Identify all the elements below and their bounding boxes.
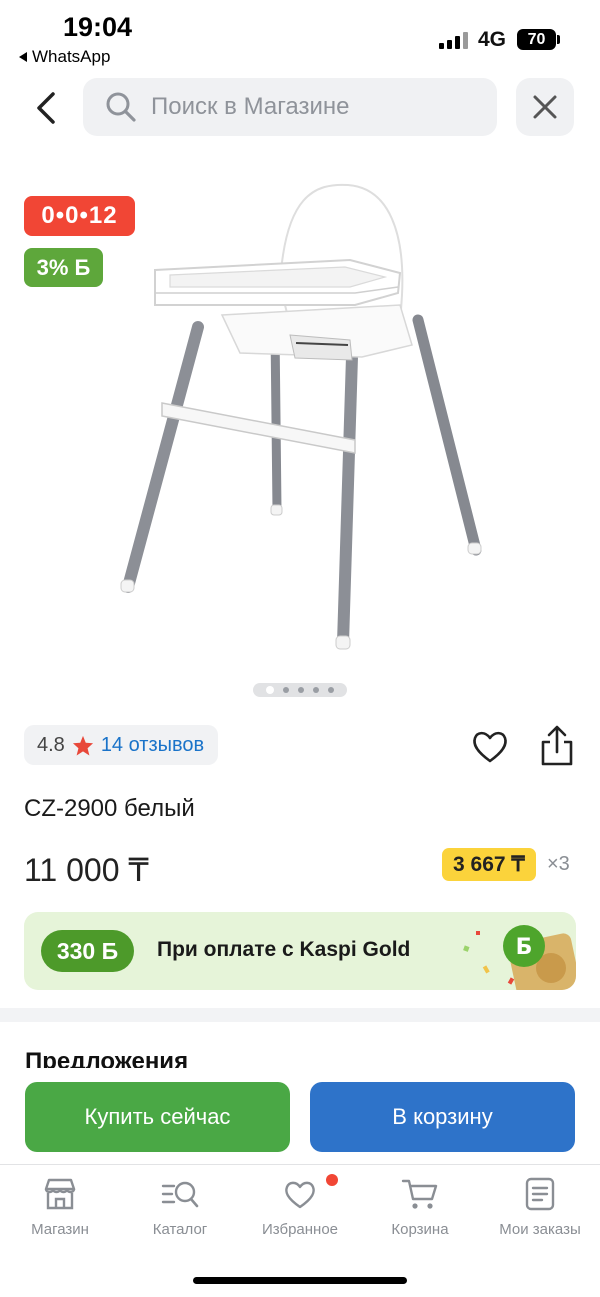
tab-label: Корзина bbox=[391, 1221, 449, 1238]
tab-favorites[interactable]: Избранное bbox=[240, 1177, 360, 1238]
status-time: 19:04 bbox=[63, 12, 133, 42]
cart-icon bbox=[401, 1179, 438, 1209]
tab-cart[interactable]: Корзина bbox=[360, 1177, 480, 1238]
product-price: 11 000 ₸ bbox=[24, 852, 149, 888]
network-type: 4G bbox=[478, 28, 507, 51]
search-placeholder: Поиск в Магазине bbox=[151, 93, 350, 120]
tab-label: Избранное bbox=[261, 1221, 339, 1238]
back-button[interactable] bbox=[28, 86, 64, 130]
close-button[interactable] bbox=[516, 78, 574, 136]
gold-banner-text: При оплате с Kaspi Gold bbox=[157, 938, 411, 961]
signal-icon bbox=[439, 31, 468, 49]
gallery-dot[interactable] bbox=[328, 687, 334, 693]
back-app-label: WhatsApp bbox=[32, 47, 111, 66]
installment-multiplier: ×3 bbox=[547, 853, 570, 875]
gallery-pagination[interactable] bbox=[253, 683, 347, 697]
star-icon bbox=[72, 735, 93, 756]
search-header: Поиск в Магазине bbox=[0, 78, 600, 138]
chevron-left-icon bbox=[37, 92, 55, 124]
tab-orders[interactable]: Мои заказы bbox=[480, 1177, 600, 1238]
orders-icon bbox=[525, 1177, 555, 1211]
tab-store[interactable]: Магазин bbox=[0, 1177, 120, 1238]
heart-icon bbox=[285, 1181, 315, 1209]
store-icon bbox=[44, 1178, 76, 1210]
search-icon bbox=[106, 92, 136, 122]
kaspi-gold-card-icon: Б bbox=[463, 925, 576, 990]
catalog-icon bbox=[161, 1181, 199, 1208]
add-to-cart-button[interactable]: В корзину bbox=[310, 1082, 575, 1152]
gallery-dot[interactable] bbox=[283, 687, 289, 693]
battery-icon: 70 bbox=[517, 29, 556, 50]
product-title: CZ-2900 белый bbox=[24, 795, 195, 822]
gold-bonus-pill: 330 Б bbox=[41, 930, 134, 972]
kaspi-gold-banner[interactable]: 330 Б При оплате с Kaspi Gold Б bbox=[24, 912, 576, 990]
home-indicator[interactable] bbox=[193, 1277, 407, 1284]
bonus-badge: 3% Б bbox=[24, 248, 103, 287]
rating-chip[interactable]: 4.8 14 отзывов bbox=[24, 725, 219, 765]
share-icon bbox=[541, 725, 573, 766]
gallery-dot[interactable] bbox=[266, 686, 274, 694]
product-image[interactable] bbox=[100, 175, 500, 665]
buy-now-button[interactable]: Купить сейчас bbox=[25, 1082, 290, 1152]
close-icon bbox=[533, 95, 557, 119]
installment-price-badge[interactable]: 3 667 ₸ bbox=[442, 848, 536, 881]
reviews-link[interactable]: 14 отзывов bbox=[101, 734, 204, 757]
section-divider bbox=[0, 1008, 600, 1022]
installment-badge: 0•0•12 bbox=[24, 196, 135, 236]
share-button[interactable] bbox=[537, 724, 577, 768]
rating-score: 4.8 bbox=[37, 733, 65, 756]
gallery-dot[interactable] bbox=[313, 687, 319, 693]
notification-dot bbox=[326, 1174, 338, 1186]
tab-label: Магазин bbox=[31, 1221, 89, 1238]
back-triangle-icon bbox=[19, 52, 27, 62]
back-to-app-link[interactable]: WhatsApp bbox=[19, 47, 110, 67]
favorite-button[interactable] bbox=[470, 727, 510, 767]
svg-text:Б: Б bbox=[516, 935, 533, 960]
search-input[interactable]: Поиск в Магазине bbox=[83, 78, 497, 136]
tab-label: Мои заказы bbox=[499, 1221, 581, 1238]
tab-label: Каталог bbox=[152, 1221, 208, 1238]
battery-tip bbox=[557, 35, 560, 44]
gallery-dot[interactable] bbox=[298, 687, 304, 693]
tab-catalog[interactable]: Каталог bbox=[120, 1177, 240, 1238]
status-bar: 19:04 WhatsApp 4G 70 bbox=[0, 0, 600, 74]
heart-icon bbox=[473, 731, 507, 763]
action-bar: Купить сейчас В корзину bbox=[0, 1068, 600, 1165]
